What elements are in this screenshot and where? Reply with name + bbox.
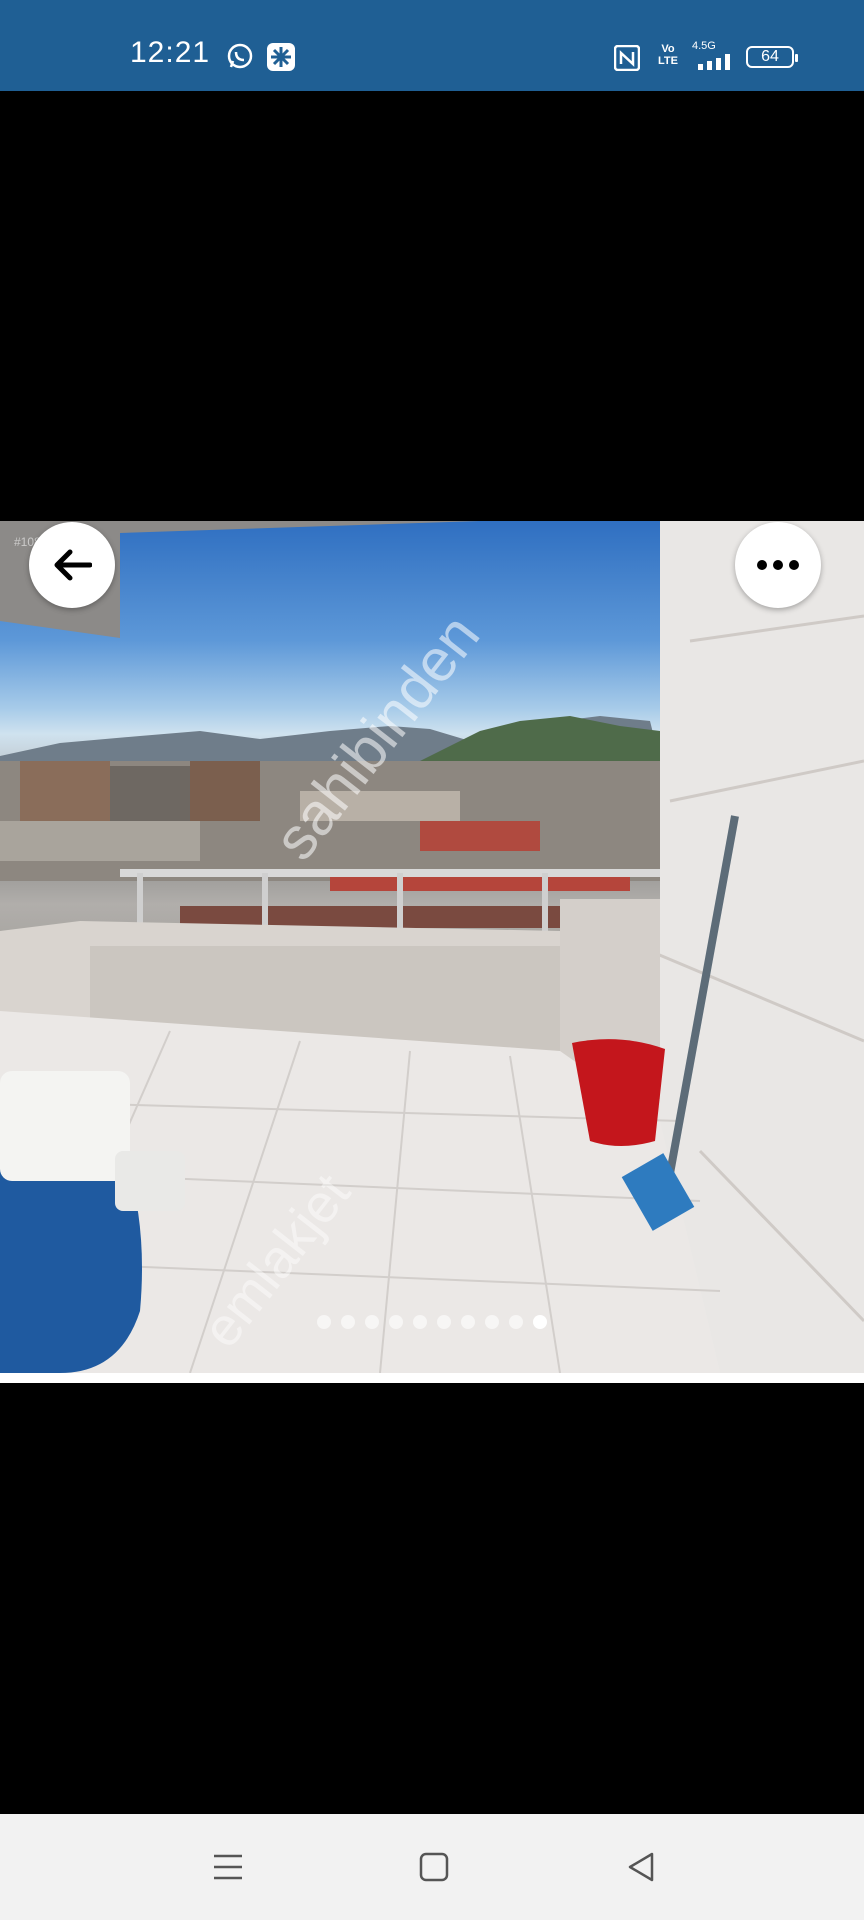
pagination-dot[interactable] [437, 1315, 451, 1329]
photo-pagination[interactable] [0, 1315, 864, 1329]
whatsapp-icon [227, 43, 253, 69]
more-button[interactable] [735, 522, 821, 608]
pagination-dot[interactable] [509, 1315, 523, 1329]
battery-indicator: 64 [746, 46, 798, 68]
home-button[interactable] [409, 1844, 459, 1890]
pagination-dot[interactable] [413, 1315, 427, 1329]
pagination-dot[interactable] [341, 1315, 355, 1329]
system-nav-bar [0, 1814, 864, 1920]
pagination-dot[interactable] [317, 1315, 331, 1329]
menu-button[interactable] [203, 1844, 253, 1890]
menu-icon [214, 1854, 242, 1880]
home-square-icon [419, 1852, 449, 1882]
pagination-dot[interactable] [461, 1315, 475, 1329]
photo-bottom-border [0, 1373, 864, 1383]
pagination-dot[interactable] [485, 1315, 499, 1329]
status-bar: 12:21 Vo LTE 4.5G 64 [0, 0, 864, 91]
app-notification-icon [267, 43, 295, 71]
arrow-left-icon [54, 549, 92, 581]
pagination-dot[interactable] [365, 1315, 379, 1329]
back-nav-button[interactable] [616, 1844, 666, 1890]
signal-4-5g-icon [698, 54, 730, 70]
more-horizontal-icon [757, 560, 799, 570]
network-type-label: 4.5G [692, 40, 716, 52]
nfc-icon [614, 45, 640, 71]
back-triangle-icon [628, 1852, 654, 1882]
volte-icon: Vo LTE [658, 43, 678, 67]
pagination-dot[interactable] [389, 1315, 403, 1329]
status-time: 12:21 [130, 36, 211, 69]
pagination-dot-active[interactable] [533, 1315, 547, 1329]
back-button[interactable] [29, 522, 115, 608]
